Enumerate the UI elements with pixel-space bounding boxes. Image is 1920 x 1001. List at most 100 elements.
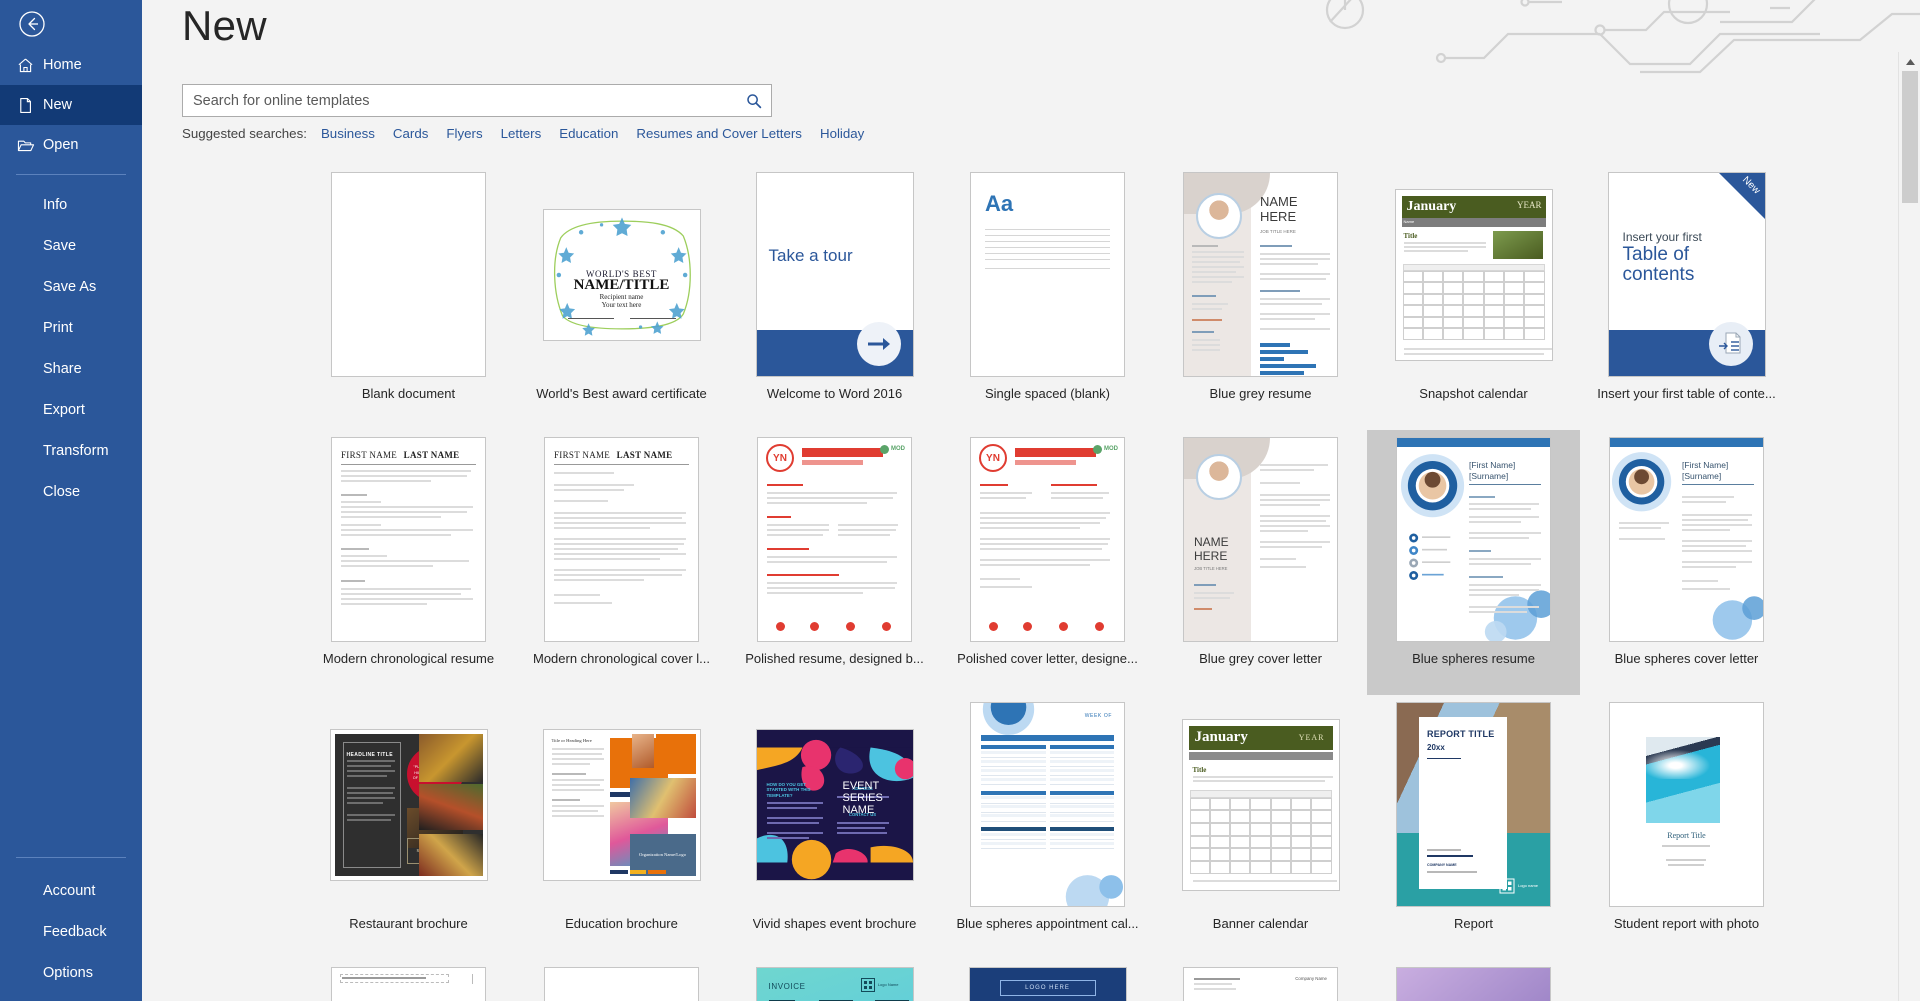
appointment-week-of: WEEK OF [1084,713,1112,719]
template-thumbnail: January YEAR Name Title [1394,172,1553,377]
report-company: COMPANY NAME [1427,863,1457,867]
cover-jobtitle: JOB TITLE HERE [1194,566,1228,571]
template-thumbnail: Title or Heading Here Organization Name/… [542,702,701,907]
sidebar-item-label: Close [43,483,81,500]
template-tile-table-of-contents[interactable]: New Insert your first Table of contents [1580,165,1793,430]
sidebar-divider [16,174,126,175]
template-tile-blue-spheres-cover-letter[interactable]: [First Name] [Surname] Blue spheres cove… [1580,430,1793,695]
invoice-logo-name: Logo Name [877,981,899,987]
search-row [182,84,772,117]
template-tile-partial-6[interactable] [1367,960,1580,1001]
suggested-link-holiday[interactable]: Holiday [820,126,864,141]
template-tile-education-brochure[interactable]: Title or Heading Here Organization Name/… [515,695,728,960]
banner-year: YEAR [1298,732,1325,742]
template-tile-polished-cover-letter[interactable]: YN MOD Polished cover letter, designe... [941,430,1154,695]
template-tile-modern-chronological-cover-letter[interactable]: FIRST NAME LAST NAME Modern chronologica… [515,430,728,695]
suggested-link-business[interactable]: Business [321,126,375,141]
template-tile-partial-4[interactable]: LOGO HERE [941,960,1154,1001]
template-tile-student-report-with-photo[interactable]: Report Title Student report with photo [1580,695,1793,960]
sidebar-item-save[interactable]: Save [0,225,142,266]
sidebar-item-home[interactable]: Home [0,45,142,85]
template-label: Polished resume, designed b... [745,651,924,666]
partial-logo-art: LOGO HERE [968,967,1127,1001]
template-tile-welcome-to-word[interactable]: Take a tour Welcome to Word 2016 [728,165,941,430]
template-tile-banner-calendar[interactable]: January YEAR Title Banner calendar [1154,695,1367,960]
sidebar-item-account[interactable]: Account [0,870,142,911]
sidebar-item-options[interactable]: Options [0,952,142,993]
vivid-shapes-art: HOW DO YOU GET STARTED WITH THIS TEMPLAT… [755,728,914,881]
template-tile-blue-grey-resume[interactable]: NAME HERE JOB TITLE HERE Blue grey resum… [1154,165,1367,430]
search-input[interactable] [183,86,737,115]
template-thumbnail [543,967,701,1001]
template-label: Restaurant brochure [349,916,468,931]
sidebar-item-new[interactable]: New [0,85,142,125]
invoice-heading: INVOICE [768,982,806,991]
template-tile-partial-5[interactable]: Company Name [1154,960,1367,1001]
sidebar-item-label: Transform [43,442,109,459]
sidebar-item-label: Info [43,196,68,213]
scroll-thumb[interactable] [1902,71,1918,203]
template-tile-modern-chronological-resume[interactable]: FIRST NAME LAST NAME Modern chronologica… [302,430,515,695]
banner-title: Title [1192,765,1207,774]
template-thumbnail [1395,967,1553,1001]
template-label: Blue spheres cover letter [1614,651,1759,666]
template-tile-snapshot-calendar[interactable]: January YEAR Name Title Snapshot calenda… [1367,165,1580,430]
partial-plain-art: Company Name [1183,967,1338,1001]
template-label: Modern chronological cover l... [532,651,711,666]
suggested-link-cards[interactable]: Cards [393,126,428,141]
template-tile-polished-resume[interactable]: YN MOD Polished resume, designed b... [728,430,941,695]
template-tile-partial-7[interactable] [1580,960,1793,1001]
template-thumbnail: HEADLINE TITLE OF [329,702,488,907]
report-art: REPORT TITLE 20xx COMPANY NAME Logo name [1396,702,1551,907]
template-tile-award-certificate[interactable]: WORLD'S BEST NAME/TITLE Recipient name Y… [515,165,728,430]
education-heading: Title or Heading Here [551,737,592,743]
polished-cover-monogram: YN [979,444,1007,472]
suggested-link-resumes-cover-letters[interactable]: Resumes and Cover Letters [636,126,802,141]
cover-name-line2: HERE [1194,548,1228,563]
template-tile-blank-document[interactable]: Blank document [302,165,515,430]
back-arrow-icon[interactable] [14,6,50,42]
template-tile-restaurant-brochure[interactable]: HEADLINE TITLE OF Restaurant brochure [302,695,515,960]
sidebar-item-info[interactable]: Info [0,184,142,225]
template-tile-vivid-shapes-brochure[interactable]: HOW DO YOU GET STARTED WITH THIS TEMPLAT… [728,695,941,960]
template-tile-blue-grey-cover-letter[interactable]: NAME HERE JOB TITLE HERE Blue grey cover… [1154,430,1367,695]
page-title: New [182,2,267,49]
vertical-scrollbar[interactable] [1898,52,1920,1001]
sidebar-item-transform[interactable]: Transform [0,430,142,471]
sidebar-item-label: Home [43,57,82,73]
search-box[interactable] [182,84,772,117]
sidebar-item-label: Account [43,882,96,899]
template-tile-partial-3[interactable]: INVOICE Logo Name [728,960,941,1001]
sidebar-item-save-as[interactable]: Save As [0,266,142,307]
template-label: Blank document [361,386,456,401]
sidebar-item-print[interactable]: Print [0,307,142,348]
education-brochure-art: Title or Heading Here Organization Name/… [542,728,701,881]
report-title: REPORT TITLE [1427,729,1495,739]
sidebar-item-export[interactable]: Export [0,389,142,430]
suggested-link-flyers[interactable]: Flyers [446,126,482,141]
search-icon[interactable] [737,85,771,116]
template-tile-blue-spheres-appointment-calendar[interactable]: WEEK OF Blue spheres appointment cal... [941,695,1154,960]
toc-line3: contents [1622,264,1695,286]
template-tile-partial-1[interactable] [302,960,515,1001]
circuit-decoration-icon [1325,0,1920,74]
template-tile-report[interactable]: REPORT TITLE 20xx COMPANY NAME Logo name… [1367,695,1580,960]
suggested-link-letters[interactable]: Letters [501,126,542,141]
sidebar-item-share[interactable]: Share [0,348,142,389]
suggested-link-education[interactable]: Education [559,126,618,141]
welcome-arrow-circle [856,322,901,366]
template-label: Insert your first table of conte... [1597,386,1776,401]
scroll-track[interactable] [1902,203,1918,1001]
sidebar-item-label: Save As [43,278,97,295]
sidebar-item-close[interactable]: Close [0,471,142,512]
sidebar-item-feedback[interactable]: Feedback [0,911,142,952]
scroll-up-arrow-icon[interactable] [1899,52,1920,71]
template-label: Blue grey cover letter [1199,651,1322,666]
home-icon [17,57,43,74]
template-tile-partial-2[interactable] [515,960,728,1001]
sidebar-item-open[interactable]: Open [0,125,142,165]
calendar-title: Title [1403,231,1418,240]
template-label: Modern chronological resume [322,651,495,666]
template-tile-blue-spheres-resume[interactable]: [First Name] [Surname] Blue spheres resu… [1367,430,1580,695]
template-tile-single-spaced[interactable]: Aa Single spaced (blank) [941,165,1154,430]
